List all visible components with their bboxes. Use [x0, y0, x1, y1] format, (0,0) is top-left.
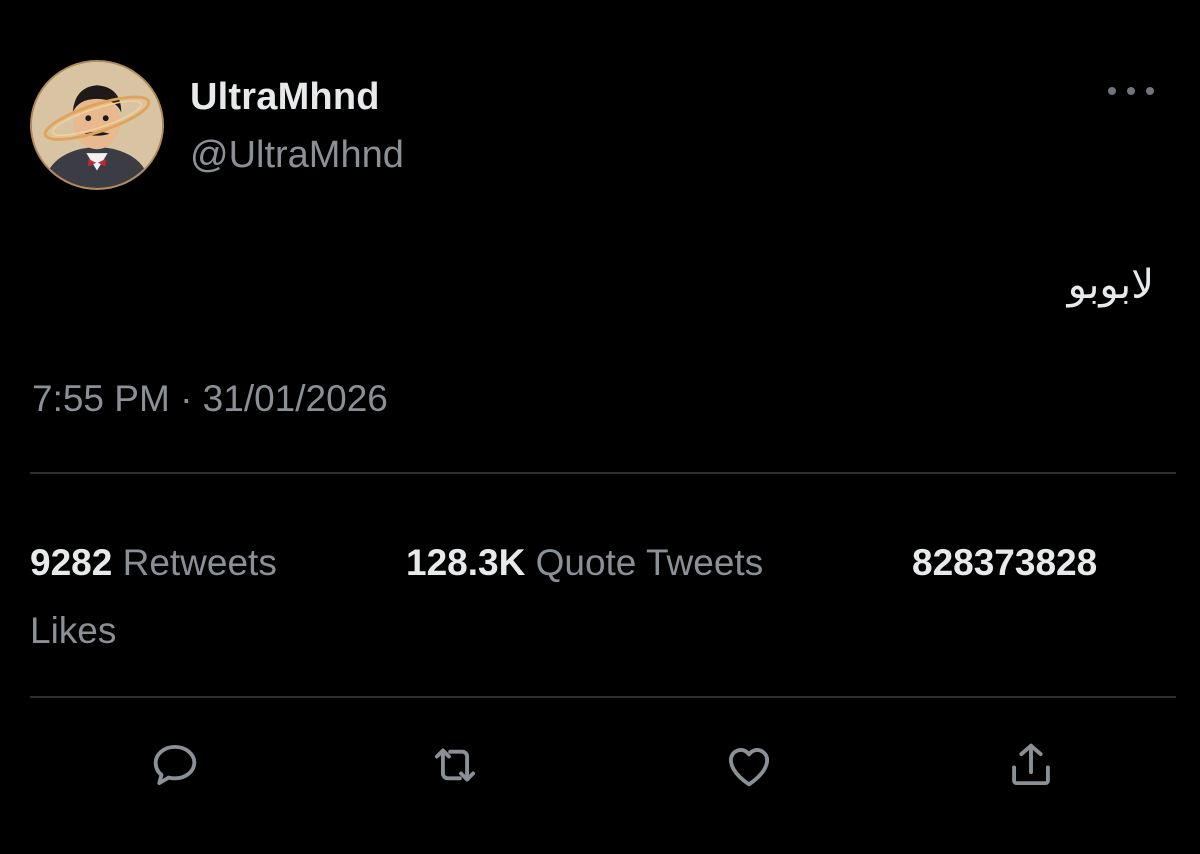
retweet-button[interactable] [420, 730, 490, 800]
retweets-label: Retweets [122, 542, 277, 583]
tweet-text: لابوبو [1067, 262, 1154, 308]
dot [1146, 87, 1154, 95]
divider [30, 696, 1176, 698]
retweets-stat[interactable]: 9282 Retweets [30, 528, 277, 598]
more-dots-icon[interactable] [1108, 80, 1154, 102]
likes-count: 828373828 [912, 542, 1098, 583]
quote-tweets-stat[interactable]: 128.3K Quote Tweets [406, 528, 763, 598]
heart-icon [728, 748, 770, 787]
author-display-name[interactable]: UltraMhnd [190, 76, 380, 119]
tweet-timestamp[interactable]: 7:55 PM · 31/01/2026 [32, 378, 388, 420]
avatar-cartoon-man-icon [32, 62, 162, 188]
quote-tweets-label: Quote Tweets [535, 542, 764, 583]
speech-bubble-icon [153, 744, 197, 786]
dot [1127, 87, 1135, 95]
divider [30, 472, 1176, 474]
quote-tweets-count: 128.3K [406, 542, 526, 583]
likes-label[interactable]: Likes [30, 596, 116, 666]
retweets-count: 9282 [30, 542, 113, 583]
tweet-actions [0, 730, 1200, 810]
author-handle[interactable]: @UltraMhnd [190, 134, 404, 177]
reply-button[interactable] [140, 730, 210, 800]
avatar[interactable] [30, 60, 164, 190]
share-button[interactable] [996, 730, 1066, 800]
likes-stat[interactable]: 828373828 [912, 528, 1097, 598]
tweet-detail: UltraMhnd @UltraMhnd لابوبو 7:55 PM · 31… [0, 0, 1200, 854]
upload-share-icon [1012, 743, 1050, 786]
dot [1108, 87, 1116, 95]
like-button[interactable] [714, 730, 784, 800]
retweet-arrows-icon [434, 748, 476, 782]
